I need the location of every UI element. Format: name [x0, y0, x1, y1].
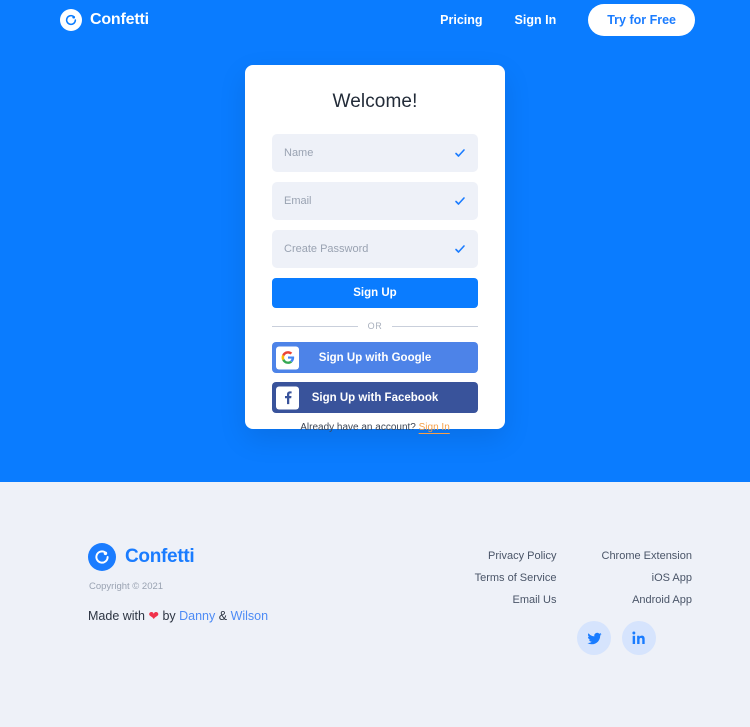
made-with-line: Made with ❤ by Danny & Wilson — [88, 608, 268, 623]
footer-link-column-2: Chrome Extension iOS App Android App — [602, 550, 693, 606]
sign-up-with-google-button[interactable]: Sign Up with Google — [272, 342, 478, 373]
twitter-icon[interactable] — [577, 621, 611, 655]
footer-links: Privacy Policy Terms of Service Email Us… — [475, 550, 692, 606]
footer-brand[interactable]: Confetti — [88, 543, 195, 571]
divider: OR — [272, 321, 479, 331]
password-field[interactable] — [272, 230, 478, 268]
linkedin-icon[interactable] — [622, 621, 656, 655]
sign-in-link[interactable]: Sign In — [419, 422, 450, 433]
email-input[interactable] — [272, 182, 478, 220]
password-input[interactable] — [272, 230, 478, 268]
nav-link-pricing[interactable]: Pricing — [440, 13, 482, 27]
author-separator: & — [218, 609, 228, 623]
check-icon — [454, 147, 466, 159]
made-with-prefix: Made with — [88, 609, 145, 623]
divider-label: OR — [367, 321, 383, 331]
divider-line-right — [392, 325, 479, 327]
google-button-label: Sign Up with Google — [318, 351, 432, 364]
existing-account-note: Already have an account? Sign In — [272, 422, 478, 433]
top-navigation: Confetti Pricing Sign In Try for Free — [0, 0, 750, 40]
facebook-icon — [276, 386, 299, 409]
sign-up-with-facebook-button[interactable]: Sign Up with Facebook — [272, 382, 478, 413]
divider-line-left — [272, 325, 358, 327]
copyright-text: Copyright © 2021 — [89, 581, 164, 592]
confetti-logo-icon — [60, 9, 82, 31]
footer-link-privacy-policy[interactable]: Privacy Policy — [488, 550, 556, 562]
email-field[interactable] — [272, 182, 478, 220]
author-link-wilson[interactable]: Wilson — [231, 609, 269, 623]
check-icon — [454, 195, 466, 207]
nav-link-signin[interactable]: Sign In — [515, 13, 557, 27]
footer-link-ios-app[interactable]: iOS App — [652, 572, 692, 584]
confetti-logo-icon — [88, 543, 116, 571]
name-field[interactable] — [272, 134, 478, 172]
name-input[interactable] — [272, 134, 478, 172]
footer-link-terms-of-service[interactable]: Terms of Service — [475, 572, 557, 584]
author-link-danny[interactable]: Danny — [179, 609, 215, 623]
social-links — [577, 621, 656, 655]
sign-up-button[interactable]: Sign Up — [272, 278, 478, 308]
facebook-button-label: Sign Up with Facebook — [311, 391, 439, 404]
nav-brand[interactable]: Confetti — [60, 9, 149, 31]
existing-account-text: Already have an account? — [300, 422, 416, 433]
heart-icon: ❤ — [148, 609, 159, 623]
footer-link-chrome-extension[interactable]: Chrome Extension — [602, 550, 693, 562]
try-for-free-button[interactable]: Try for Free — [588, 4, 695, 36]
made-by-text: by — [162, 609, 176, 623]
footer-brand-label: Confetti — [125, 546, 195, 567]
footer-link-column-1: Privacy Policy Terms of Service Email Us — [475, 550, 557, 606]
nav-brand-label: Confetti — [90, 11, 149, 28]
nav-links: Pricing Sign In Try for Free — [440, 4, 695, 36]
page-title: Welcome! — [332, 91, 418, 112]
google-icon — [276, 346, 299, 369]
footer-link-email-us[interactable]: Email Us — [512, 594, 556, 606]
page-root: Confetti Pricing Sign In Try for Free We… — [0, 0, 750, 727]
check-icon — [454, 243, 466, 255]
signup-card: Welcome! Sign Up OR — [245, 65, 505, 433]
footer-link-android-app[interactable]: Android App — [632, 594, 692, 606]
